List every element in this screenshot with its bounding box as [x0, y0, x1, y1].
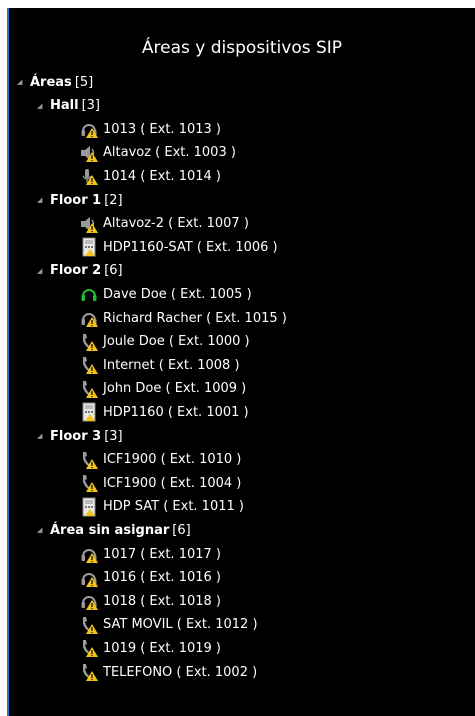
node-label: Floor 2 — [50, 263, 102, 279]
device-label: John Doe ( Ext. 1009 ) — [103, 381, 247, 397]
device-label: Internet ( Ext. 1008 ) — [103, 357, 240, 373]
expand-caret-icon[interactable]: ◢ — [37, 195, 47, 205]
expand-caret-icon[interactable]: ◢ — [17, 77, 27, 87]
tree-node-area[interactable]: ◢ Área sin asignar [6] — [37, 518, 191, 542]
expand-caret-icon[interactable]: ◢ — [37, 101, 47, 111]
speaker-warning-icon — [79, 143, 99, 163]
tree-node-area[interactable]: ◢ Floor 2 [6] — [37, 259, 123, 283]
panel-left-border — [7, 8, 9, 716]
headset-warning-icon — [79, 568, 99, 588]
device-label: HDP1160-SAT ( Ext. 1006 ) — [103, 239, 278, 255]
tree-item-device[interactable]: SAT MOVIL ( Ext. 1012 ) — [79, 613, 258, 637]
tree-item-device[interactable]: HDP1160-SAT ( Ext. 1006 ) — [79, 235, 278, 259]
tree-item-device[interactable]: 1013 ( Ext. 1013 ) — [79, 117, 221, 141]
tree-item-device[interactable]: John Doe ( Ext. 1009 ) — [79, 377, 246, 401]
phone-handset-warning-icon — [79, 473, 99, 493]
device-label: SAT MOVIL ( Ext. 1012 ) — [103, 617, 258, 633]
tree-item-device[interactable]: 1018 ( Ext. 1018 ) — [79, 589, 221, 613]
tree-item-device[interactable]: Altavoz-2 ( Ext. 1007 ) — [79, 212, 249, 236]
phone-handset-warning-icon — [79, 662, 99, 682]
device-label: HDP1160 ( Ext. 1001 ) — [103, 404, 249, 420]
device-label: 1016 ( Ext. 1016 ) — [103, 570, 221, 586]
phone-handset-warning-icon — [79, 379, 99, 399]
device-label: Altavoz ( Ext. 1003 ) — [103, 145, 236, 161]
tree-node-areas[interactable]: ◢ Áreas [5] — [17, 70, 93, 94]
device-label: HDP SAT ( Ext. 1011 ) — [103, 499, 244, 515]
device-label: ICF1900 ( Ext. 1010 ) — [103, 452, 242, 468]
tree-node-area[interactable]: ◢ Hall [3] — [37, 94, 100, 118]
node-count: [6] — [104, 263, 123, 279]
tree-item-device[interactable]: Joule Doe ( Ext. 1000 ) — [79, 330, 250, 354]
sip-devices-panel: Áreas y dispositivos SIP ◢ Áreas [5] ◢ Hall[… — [7, 8, 475, 716]
device-label: Richard Racher ( Ext. 1015 ) — [103, 310, 287, 326]
device-label: 1013 ( Ext. 1013 ) — [103, 121, 221, 137]
device-label: 1017 ( Ext. 1017 ) — [103, 546, 221, 562]
speaker-warning-icon — [79, 214, 99, 234]
device-label: Joule Doe ( Ext. 1000 ) — [103, 334, 250, 350]
headset-warning-icon — [79, 119, 99, 139]
phone-handset-warning-icon — [79, 615, 99, 635]
tree-item-device[interactable]: 1014 ( Ext. 1014 ) — [79, 164, 221, 188]
phone-handset-warning-icon — [79, 355, 99, 375]
expand-caret-icon[interactable]: ◢ — [37, 266, 47, 276]
tree-item-device[interactable]: HDP SAT ( Ext. 1011 ) — [79, 495, 244, 519]
node-label: Área sin asignar — [50, 522, 170, 538]
tree-item-device[interactable]: Dave Doe ( Ext. 1005 ) — [79, 282, 252, 306]
tree-item-device[interactable]: 1016 ( Ext. 1016 ) — [79, 566, 221, 590]
node-count: [5] — [74, 74, 94, 90]
headset-warning-icon — [79, 544, 99, 564]
tree-item-device[interactable]: Richard Racher ( Ext. 1015 ) — [79, 306, 287, 330]
device-label: Altavoz-2 ( Ext. 1007 ) — [103, 216, 249, 232]
node-label: Floor 1 — [50, 192, 102, 208]
tree-node-area[interactable]: ◢ Floor 1 [2] — [37, 188, 123, 212]
tree-item-device[interactable]: 1017 ( Ext. 1017 ) — [79, 542, 221, 566]
headset-online-icon — [79, 284, 99, 304]
node-count: [6] — [172, 522, 191, 538]
device-label: 1019 ( Ext. 1019 ) — [103, 640, 221, 656]
tree-item-device[interactable]: ICF1900 ( Ext. 1004 ) — [79, 471, 241, 495]
intercom-panel-warning-icon — [79, 237, 99, 257]
tree-item-device[interactable]: TELEFONO ( Ext. 1002 ) — [79, 660, 257, 684]
node-count: [3] — [104, 428, 123, 444]
intercom-panel-warning-icon — [79, 497, 99, 517]
tree-item-device[interactable]: Altavoz ( Ext. 1003 ) — [79, 141, 236, 165]
device-label: TELEFONO ( Ext. 1002 ) — [103, 664, 258, 680]
phone-handset-warning-icon — [79, 450, 99, 470]
headset-warning-icon — [79, 591, 99, 611]
intercom-panel-warning-icon — [79, 402, 99, 422]
tree-item-device[interactable]: ICF1900 ( Ext. 1010 ) — [79, 448, 241, 472]
expand-caret-icon[interactable]: ◢ — [37, 525, 47, 535]
phone-handset-warning-icon — [79, 638, 99, 658]
device-label: ICF1900 ( Ext. 1004 ) — [103, 475, 242, 491]
headset-warning-icon — [79, 308, 99, 328]
node-count: [2] — [104, 192, 123, 208]
device-label: Dave Doe ( Ext. 1005 ) — [103, 286, 252, 302]
node-label: Áreas — [30, 74, 72, 90]
node-label: Floor 3 — [50, 428, 102, 444]
panel-title: Áreas y dispositivos SIP — [141, 38, 343, 58]
tree-item-device[interactable]: Internet ( Ext. 1008 ) — [79, 353, 240, 377]
node-label: Hall — [50, 98, 79, 114]
phone-handset-warning-icon — [79, 332, 99, 352]
tree-item-device[interactable]: 1019 ( Ext. 1019 ) — [79, 636, 221, 660]
device-label: 1014 ( Ext. 1014 ) — [103, 168, 221, 184]
node-count: [3] — [81, 98, 100, 114]
expand-caret-icon[interactable]: ◢ — [37, 431, 47, 441]
device-label: 1018 ( Ext. 1018 ) — [103, 593, 221, 609]
tree-node-area[interactable]: ◢ Floor 3 [3] — [37, 424, 123, 448]
tree-item-device[interactable]: HDP1160 ( Ext. 1001 ) — [79, 400, 249, 424]
panel-header: Áreas y dispositivos SIP — [9, 8, 475, 63]
microphone-warning-icon — [79, 166, 99, 186]
